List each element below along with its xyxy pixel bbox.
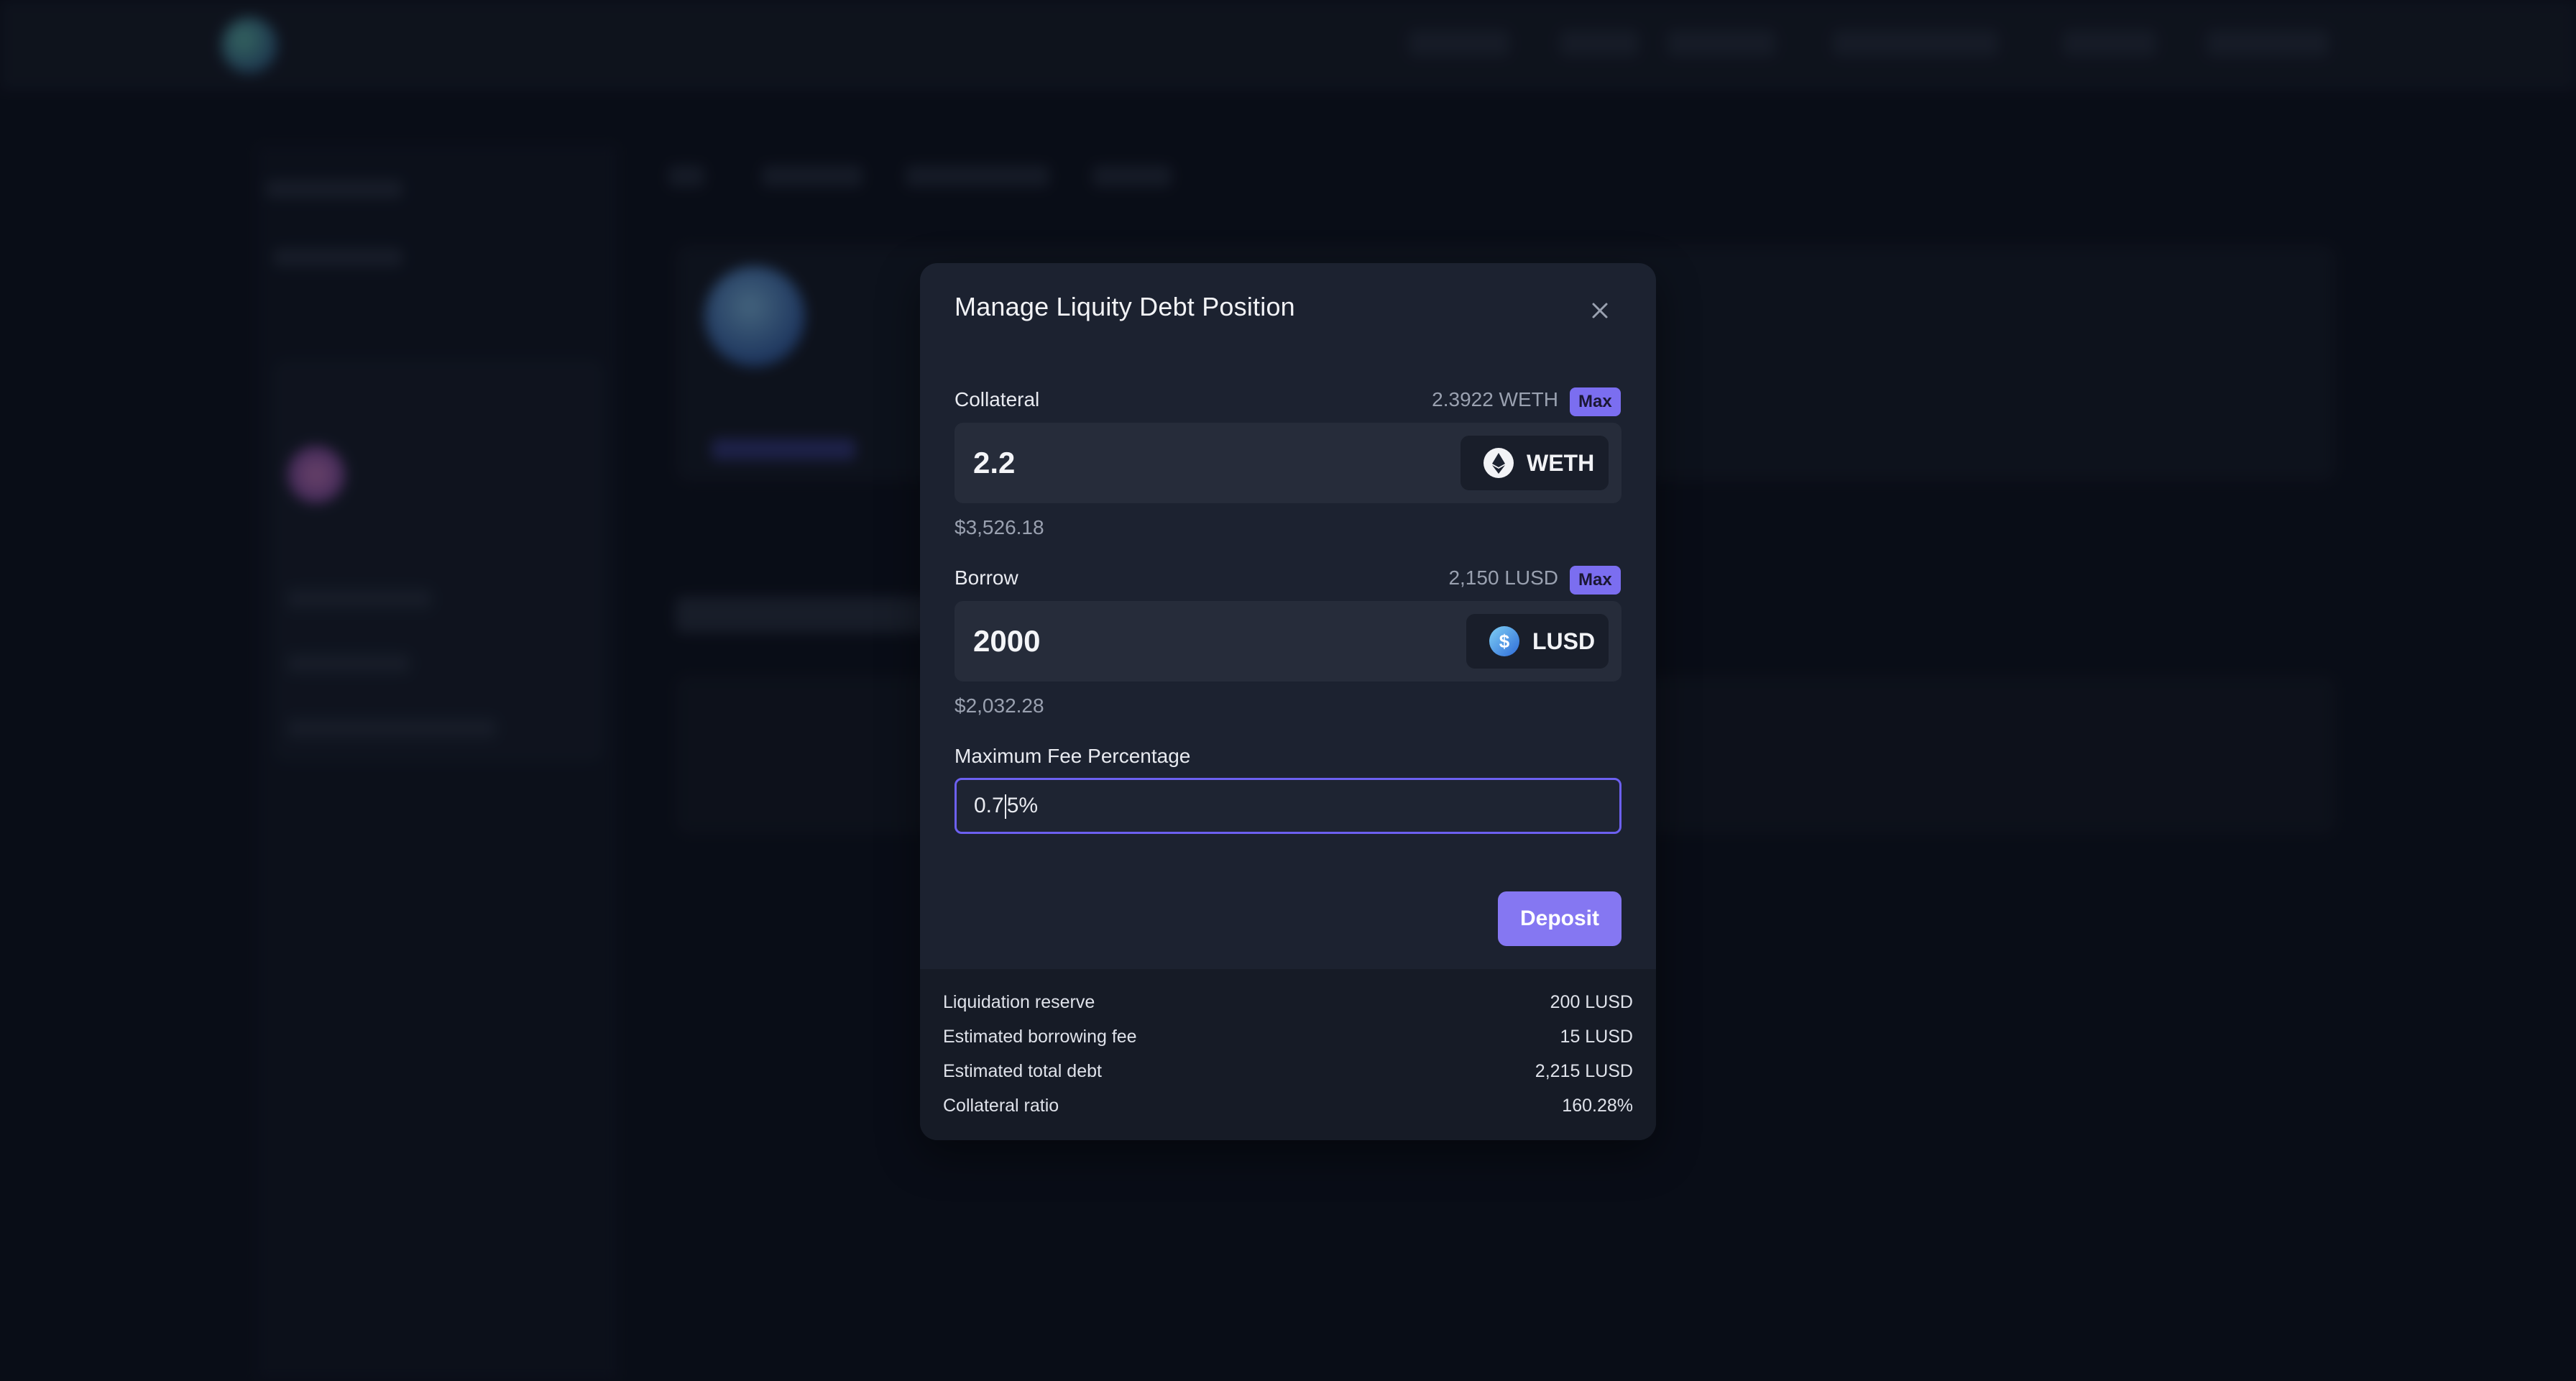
close-button[interactable] <box>1584 295 1616 326</box>
borrow-label: Borrow <box>954 566 1018 589</box>
modal-title: Manage Liquity Debt Position <box>954 292 1295 321</box>
summary-value: 15 LUSD <box>1560 1027 1633 1047</box>
summary-value: 200 LUSD <box>1550 992 1633 1012</box>
summary-row: Estimated total debt 2,215 LUSD <box>943 1061 1633 1090</box>
summary-value: 2,215 LUSD <box>1535 1061 1633 1081</box>
max-fee-input[interactable]: 0.7 5% <box>954 778 1622 834</box>
ethereum-icon <box>1484 448 1514 478</box>
collateral-amount-value[interactable]: 2.2 <box>973 423 1015 503</box>
collateral-token-selector[interactable]: WETH <box>1460 436 1609 490</box>
collateral-max-button[interactable]: Max <box>1570 387 1621 416</box>
borrow-balance: 2,150 LUSD <box>1448 566 1558 589</box>
collateral-token-label: WETH <box>1527 449 1595 476</box>
lusd-icon: $ <box>1489 626 1519 656</box>
summary-label: Liquidation reserve <box>943 992 1095 1012</box>
summary-row: Estimated borrowing fee 15 LUSD <box>943 1027 1633 1055</box>
borrow-token-selector[interactable]: $ LUSD <box>1466 614 1609 669</box>
svg-text:$: $ <box>1499 630 1510 652</box>
borrow-amount-field[interactable]: 2000 $ LUSD <box>954 601 1622 682</box>
borrow-usd-value: $2,032.28 <box>954 694 1044 717</box>
summary-label: Estimated borrowing fee <box>943 1027 1137 1047</box>
text-caret <box>1004 794 1006 820</box>
manage-debt-modal: Manage Liquity Debt Position Collateral … <box>920 263 1656 1140</box>
collateral-balance: 2.3922 WETH <box>1432 388 1558 410</box>
deposit-button[interactable]: Deposit <box>1498 891 1622 946</box>
collateral-amount-field[interactable]: 2.2 WETH <box>954 423 1622 503</box>
collateral-usd-value: $3,526.18 <box>954 516 1044 538</box>
borrow-amount-value[interactable]: 2000 <box>973 601 1040 682</box>
summary-row: Collateral ratio 160.28% <box>943 1096 1633 1124</box>
summary-row: Liquidation reserve 200 LUSD <box>943 992 1633 1021</box>
summary-value: 160.28% <box>1562 1096 1633 1116</box>
summary-label: Estimated total debt <box>943 1061 1102 1081</box>
max-fee-label: Maximum Fee Percentage <box>954 745 1191 767</box>
position-summary: Liquidation reserve 200 LUSD Estimated b… <box>920 969 1656 1140</box>
summary-label: Collateral ratio <box>943 1096 1059 1116</box>
borrow-token-label: LUSD <box>1532 628 1596 654</box>
max-fee-value-part: 0.7 <box>974 794 1004 817</box>
close-icon <box>1592 303 1608 318</box>
collateral-label: Collateral <box>954 388 1040 410</box>
borrow-max-button[interactable]: Max <box>1570 566 1621 595</box>
max-fee-value-part: 5% <box>1006 794 1039 817</box>
